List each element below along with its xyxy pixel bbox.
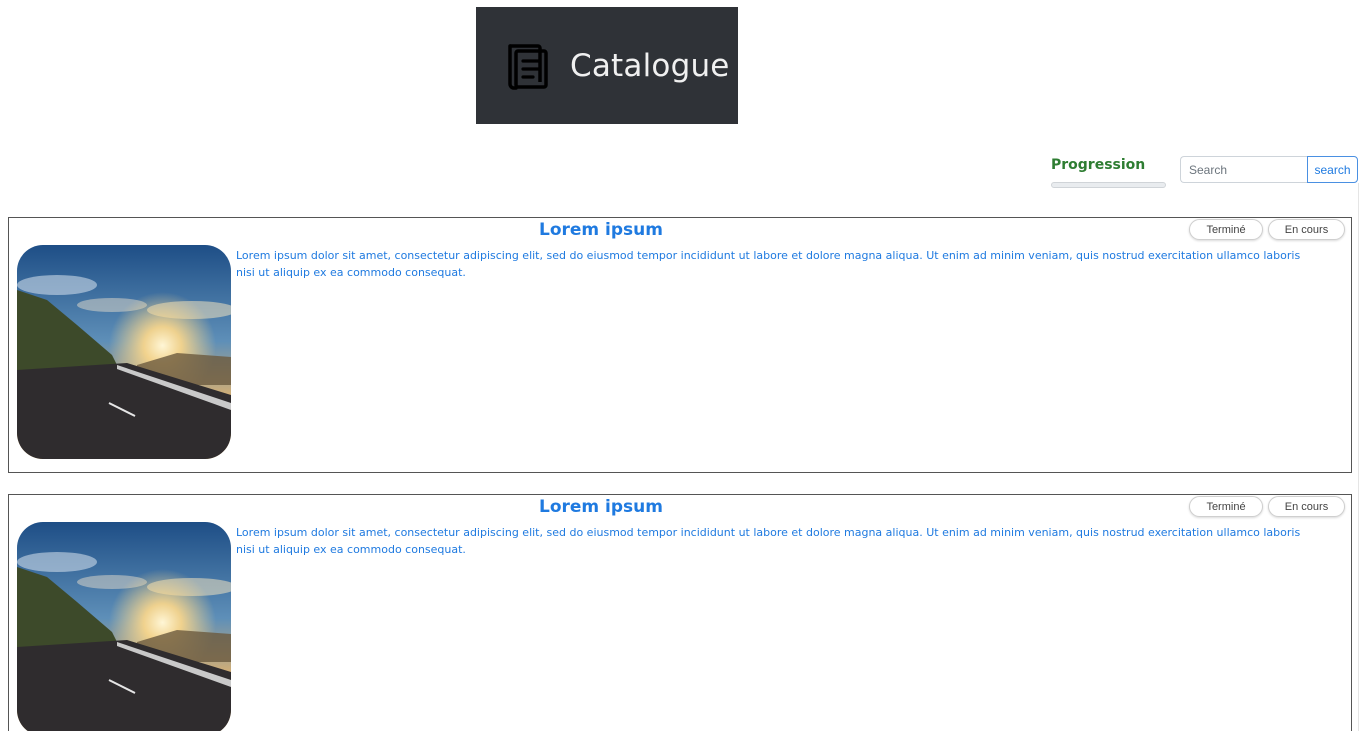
card-title[interactable]: Lorem ipsum <box>9 220 1193 240</box>
in-progress-button[interactable]: En cours <box>1268 496 1345 517</box>
page: Catalogue Progression search Lorem ipsum… <box>0 0 1365 731</box>
logo-banner[interactable]: Catalogue <box>476 7 738 124</box>
done-button[interactable]: Terminé <box>1189 219 1263 240</box>
book-icon <box>508 43 548 90</box>
search-input[interactable] <box>1180 156 1308 183</box>
card-image <box>17 522 231 731</box>
progress-bar <box>1051 182 1166 188</box>
progress-label: Progression <box>1051 157 1146 173</box>
done-button[interactable]: Terminé <box>1189 496 1263 517</box>
card-image <box>17 245 231 459</box>
course-card: Lorem ipsum Terminé En cours Lorem ipsum… <box>8 217 1352 473</box>
progress-section: Progression <box>1051 157 1167 188</box>
logo-text: Catalogue <box>570 47 730 84</box>
course-card: Lorem ipsum Terminé En cours Lorem ipsum… <box>8 494 1352 731</box>
scrollbar-track[interactable] <box>1358 183 1359 731</box>
card-description: Lorem ipsum dolor sit amet, consectetur … <box>236 249 1301 279</box>
card-title[interactable]: Lorem ipsum <box>9 497 1193 517</box>
in-progress-button[interactable]: En cours <box>1268 219 1345 240</box>
card-description: Lorem ipsum dolor sit amet, consectetur … <box>236 526 1301 556</box>
search-button[interactable]: search <box>1307 156 1358 183</box>
